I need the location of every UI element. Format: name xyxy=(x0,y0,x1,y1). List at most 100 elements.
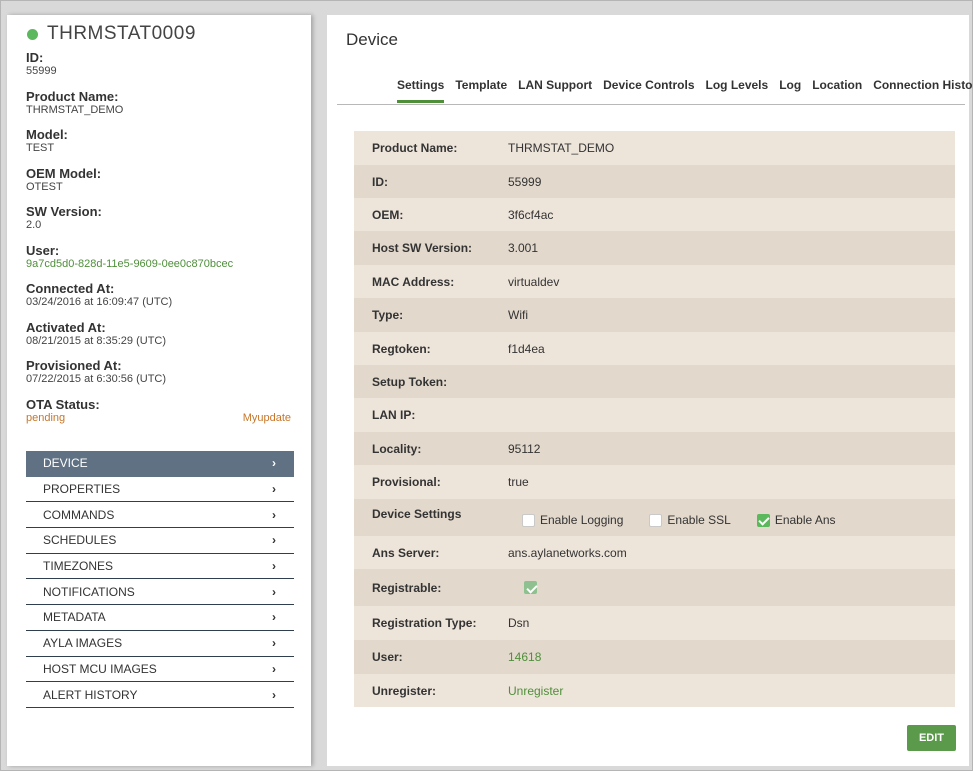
menu-item-host-mcu-images[interactable]: HOST MCU IMAGES › xyxy=(26,657,294,683)
row-value: THRMSTAT_DEMO xyxy=(508,141,615,155)
enable-logging-checkbox[interactable] xyxy=(522,513,535,527)
tabs-divider xyxy=(337,104,965,105)
tab-connection-history[interactable]: Connection History xyxy=(873,78,973,103)
app-frame: THRMSTAT0009 ID: 55999 Product Name: THR… xyxy=(0,0,973,771)
row-oem: OEM: 3f6cf4ac xyxy=(354,198,955,231)
tab-log[interactable]: Log xyxy=(779,78,801,103)
info-label: Product Name: xyxy=(26,88,119,104)
row-label: Provisional: xyxy=(372,475,441,489)
row-value: ans.aylanetworks.com xyxy=(508,545,627,560)
row-label: Registration Type: xyxy=(372,616,477,630)
menu-item-label: SCHEDULES xyxy=(43,533,117,548)
info-label: Connected At: xyxy=(26,281,115,296)
row-unregister: Unregister: Unregister xyxy=(354,674,955,707)
info-value: 55999 xyxy=(26,65,57,77)
row-label: Registrable: xyxy=(372,580,442,595)
menu-item-ayla-images[interactable]: AYLA IMAGES › xyxy=(26,631,294,657)
tab-lan-support[interactable]: LAN Support xyxy=(518,78,592,103)
info-oem-model: OEM Model: OTEST xyxy=(26,166,291,205)
info-label: OTA Status: xyxy=(26,396,100,412)
row-value xyxy=(508,581,542,594)
row-host-sw-version: Host SW Version: 3.001 xyxy=(354,231,955,265)
row-lan-ip: LAN IP: xyxy=(354,398,955,432)
info-id: ID: 55999 xyxy=(26,50,291,89)
info-label: ID: xyxy=(26,50,44,65)
enable-ssl-checkbox[interactable] xyxy=(649,513,663,527)
info-ota-status: OTA Status: pending Myupdate xyxy=(26,397,291,436)
menu-item-label: TIMEZONES xyxy=(43,559,114,574)
tab-log-levels[interactable]: Log Levels xyxy=(706,78,769,103)
info-value: 03/24/2016 at 16:09:47 (UTC) xyxy=(26,296,173,308)
info-value: OTEST xyxy=(26,180,63,193)
info-label: User: xyxy=(26,242,60,258)
user-id-link[interactable]: 14618 xyxy=(508,650,541,664)
option-label: Enable Logging xyxy=(540,513,624,527)
row-label: Host SW Version: xyxy=(372,241,473,255)
edit-button[interactable]: EDIT xyxy=(907,725,956,751)
menu-item-timezones[interactable]: TIMEZONES › xyxy=(26,554,294,580)
tab-device-controls[interactable]: Device Controls xyxy=(603,78,694,103)
ota-update-link[interactable]: Myupdate xyxy=(243,412,291,425)
enable-ans-checkbox[interactable] xyxy=(756,513,770,527)
user-link[interactable]: 9a7cd5d0-828d-11e5-9609-0ee0c870bcec xyxy=(26,258,291,271)
row-label: Device Settings xyxy=(372,507,462,521)
option-label: Enable Ans xyxy=(774,513,836,527)
row-registrable: Registrable: xyxy=(354,569,955,606)
tab-template[interactable]: Template xyxy=(455,78,507,103)
info-sw-version: SW Version: 2.0 xyxy=(26,204,291,243)
menu-item-alert-history[interactable]: ALERT HISTORY › xyxy=(26,682,294,708)
device-title: THRMSTAT0009 xyxy=(47,23,196,44)
enable-logging-option[interactable]: Enable Logging xyxy=(522,507,623,527)
device-settings-options: Enable Logging Enable SSL Enable Ans xyxy=(508,507,862,527)
chevron-right-icon: › xyxy=(272,482,276,497)
chevron-right-icon: › xyxy=(272,559,276,574)
enable-ans-option[interactable]: Enable Ans xyxy=(756,507,836,527)
row-product-name: Product Name: THRMSTAT_DEMO xyxy=(354,131,955,165)
info-label: Activated At: xyxy=(26,319,106,335)
menu-item-label: AYLA IMAGES xyxy=(43,636,123,651)
info-value: TEST xyxy=(26,142,55,154)
settings-table: Product Name: THRMSTAT_DEMO ID: 55999 OE… xyxy=(354,131,955,707)
device-sidebar: THRMSTAT0009 ID: 55999 Product Name: THR… xyxy=(7,15,311,766)
device-info: ID: 55999 Product Name: THRMSTAT_DEMO Mo… xyxy=(26,50,291,435)
menu-item-label: DEVICE xyxy=(43,456,88,471)
menu-item-commands[interactable]: COMMANDS › xyxy=(26,502,294,529)
chevron-right-icon: › xyxy=(272,636,276,651)
menu-item-device[interactable]: DEVICE › xyxy=(26,451,294,477)
menu-item-metadata[interactable]: METADATA › xyxy=(26,605,294,631)
menu-item-properties[interactable]: PROPERTIES › xyxy=(26,477,294,503)
tab-location[interactable]: Location xyxy=(812,78,862,103)
row-label: Unregister: xyxy=(372,683,437,698)
row-label: LAN IP: xyxy=(372,408,416,422)
chevron-right-icon: › xyxy=(272,507,276,522)
menu-item-notifications[interactable]: NOTIFICATIONS › xyxy=(26,579,294,606)
row-label: User: xyxy=(372,650,403,664)
row-registration-type: Registration Type: Dsn xyxy=(354,606,955,640)
menu-item-label: METADATA xyxy=(43,610,106,625)
row-locality: Locality: 95112 xyxy=(354,432,955,465)
menu-item-schedules[interactable]: SCHEDULES › xyxy=(26,528,294,554)
menu-item-label: HOST MCU IMAGES xyxy=(43,661,157,676)
menu-item-label: NOTIFICATIONS xyxy=(43,584,135,599)
row-regtoken: Regtoken: f1d4ea xyxy=(354,332,955,365)
enable-ssl-option[interactable]: Enable SSL xyxy=(649,507,731,527)
tab-settings[interactable]: Settings xyxy=(397,78,445,103)
row-mac-address: MAC Address: virtualdev xyxy=(354,265,955,298)
row-setup-token: Setup Token: xyxy=(354,365,955,398)
ota-row: pending Myupdate xyxy=(26,412,291,425)
unregister-link[interactable]: Unregister xyxy=(508,684,563,698)
info-value: THRMSTAT_DEMO xyxy=(26,103,124,116)
info-connected-at: Connected At: 03/24/2016 at 16:09:47 (UT… xyxy=(26,281,291,320)
row-label: Product Name: xyxy=(372,141,458,155)
chevron-right-icon: › xyxy=(272,687,276,702)
registrable-checkbox xyxy=(524,581,537,594)
option-label: Enable SSL xyxy=(667,513,731,527)
device-header: THRMSTAT0009 xyxy=(27,23,196,45)
info-value: 07/22/2015 at 6:30:56 (UTC) xyxy=(26,373,167,385)
device-tabs: Settings Template LAN Support Device Con… xyxy=(397,78,973,103)
info-user: User: 9a7cd5d0-828d-11e5-9609-0ee0c870bc… xyxy=(26,243,291,282)
chevron-right-icon: › xyxy=(272,584,276,599)
row-value: 3f6cf4ac xyxy=(508,207,554,222)
row-label: MAC Address: xyxy=(372,274,455,289)
ota-status: pending xyxy=(26,411,66,424)
